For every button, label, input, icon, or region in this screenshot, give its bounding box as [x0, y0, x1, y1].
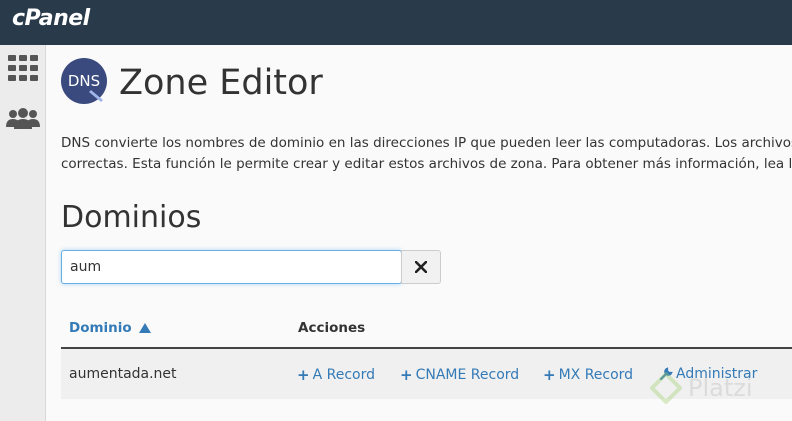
- page-description: DNS convierte los nombres de dominio en …: [61, 135, 792, 172]
- main-content: DNS Zone Editor DNS convierte los nombre…: [46, 45, 792, 421]
- domains-title: Dominios: [61, 200, 202, 235]
- sidebar: [0, 45, 46, 421]
- column-header-dominio[interactable]: Dominio: [69, 320, 152, 336]
- add-a-record-link[interactable]: + A Record: [297, 366, 375, 384]
- platzi-watermark: Platzi: [650, 372, 753, 404]
- svg-text:DNS: DNS: [68, 72, 100, 90]
- add-mx-record-link[interactable]: + MX Record: [543, 366, 633, 384]
- plus-icon: +: [297, 366, 310, 384]
- sort-ascending-icon: [139, 323, 152, 333]
- plus-icon: +: [400, 366, 413, 384]
- platzi-logo-icon: [650, 372, 682, 404]
- clear-search-button[interactable]: [401, 250, 441, 284]
- top-bar: cPanel: [0, 0, 792, 45]
- grid-icon[interactable]: [6, 53, 40, 83]
- page-title: Zone Editor: [119, 63, 323, 103]
- cpanel-logo[interactable]: cPanel: [12, 6, 90, 31]
- dns-icon: DNS: [61, 58, 107, 104]
- domain-search-input[interactable]: [61, 250, 402, 284]
- column-header-acciones: Acciones: [298, 320, 366, 336]
- users-icon[interactable]: [6, 103, 40, 133]
- plus-icon: +: [543, 366, 556, 384]
- domain-name: aumentada.net: [69, 366, 177, 382]
- add-cname-record-link[interactable]: + CNAME Record: [400, 366, 519, 384]
- close-icon: [415, 261, 427, 273]
